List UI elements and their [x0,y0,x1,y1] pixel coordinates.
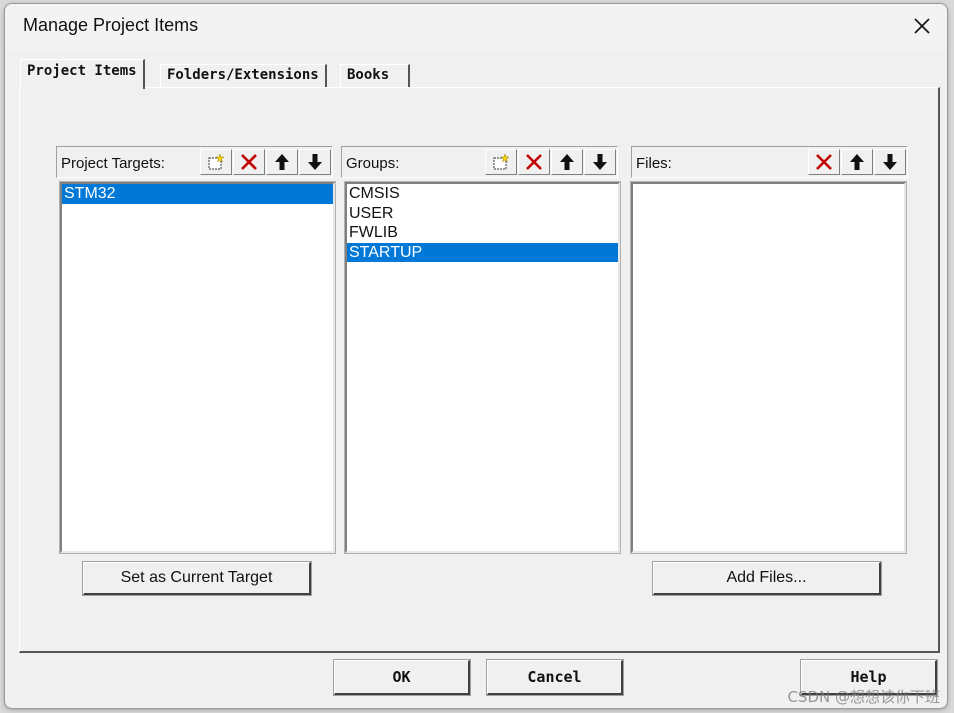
list-item-label: STARTUP [349,243,423,261]
add-files-button[interactable]: Add Files... [652,561,882,596]
list-item-group[interactable]: STARTUP [347,242,618,262]
files-header: Files: [631,146,908,178]
move-file-up-button[interactable] [841,149,873,175]
button-label: Set as Current Target [120,569,273,586]
tab-label: Books [347,67,390,83]
arrow-up-icon [275,154,289,170]
arrow-down-icon [593,154,607,170]
button-label: Cancel [527,668,582,686]
list-item-label: USER [349,204,394,222]
tab-books[interactable]: Books [340,64,410,88]
list-item-label: FWLIB [349,224,398,241]
groups-list[interactable]: CMSIS USER FWLIB STARTUP [344,181,621,554]
list-item-target[interactable]: STM32 [62,184,333,204]
tab-label: Folders/Extensions [167,67,319,83]
groups-label: Groups: [346,155,400,172]
list-item-label: CMSIS [349,185,400,202]
button-label: Help [850,668,887,686]
arrow-down-icon [883,154,897,170]
delete-file-button[interactable] [808,149,840,175]
close-button[interactable] [897,4,947,48]
move-target-up-button[interactable] [266,149,298,175]
delete-group-button[interactable] [518,149,550,175]
list-item-label: STM32 [64,185,116,202]
arrow-up-icon [560,154,574,170]
move-file-down-button[interactable] [874,149,906,175]
new-group-button[interactable] [485,149,517,175]
project-items-panel: Project Targets: STM32 Set as Current Ta… [19,87,940,653]
list-item-group[interactable]: FWLIB [347,223,618,243]
targets-list[interactable]: STM32 [59,181,336,554]
arrow-up-icon [850,154,864,170]
window-title: Manage Project Items [23,15,199,35]
files-label: Files: [636,155,672,172]
move-target-down-button[interactable] [299,149,331,175]
new-target-button[interactable] [200,149,232,175]
help-button[interactable]: Help [800,659,938,696]
list-item-group[interactable]: USER [347,204,618,224]
new-item-icon [493,153,510,170]
new-item-icon [208,153,225,170]
delete-x-icon [816,154,832,170]
delete-target-button[interactable] [233,149,265,175]
tab-label: Project Items [27,63,137,79]
manage-project-items-dialog: Manage Project Items Project Items Folde… [4,3,948,709]
tab-project-items[interactable]: Project Items [20,59,145,89]
files-list[interactable] [630,181,907,554]
cancel-button[interactable]: Cancel [486,659,624,696]
title-bar: Manage Project Items [5,4,947,50]
targets-label: Project Targets: [61,155,165,172]
ok-button[interactable]: OK [333,659,471,696]
set-as-current-target-button[interactable]: Set as Current Target [82,561,312,596]
delete-x-icon [241,154,257,170]
button-label: OK [392,668,411,686]
close-icon [914,18,930,34]
arrow-down-icon [308,154,322,170]
delete-x-icon [526,154,542,170]
button-label: Add Files... [726,569,807,586]
move-group-up-button[interactable] [551,149,583,175]
list-item-group[interactable]: CMSIS [347,184,618,204]
groups-header: Groups: [341,146,618,178]
move-group-down-button[interactable] [584,149,616,175]
tab-folders-extensions[interactable]: Folders/Extensions [160,64,327,88]
targets-header: Project Targets: [56,146,333,178]
